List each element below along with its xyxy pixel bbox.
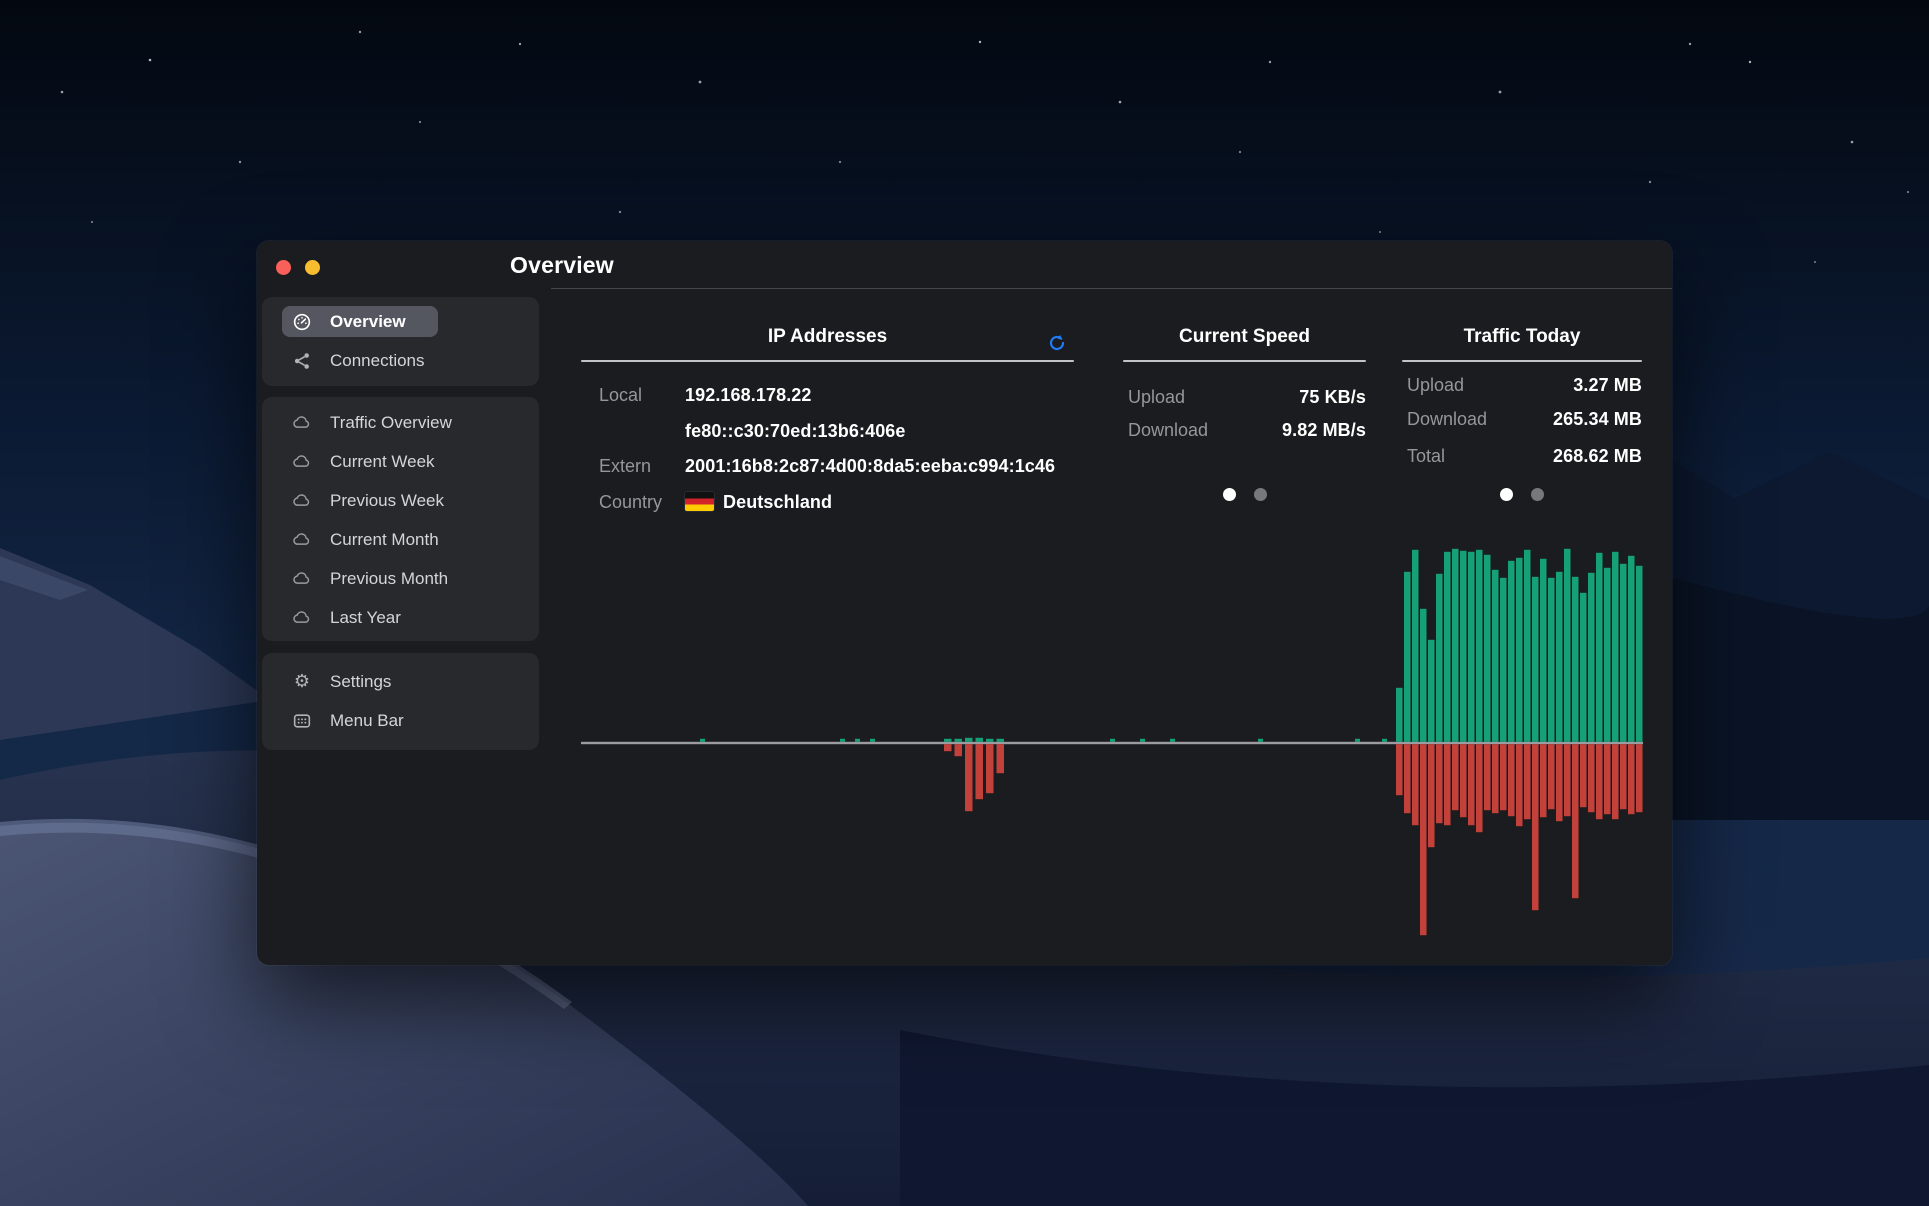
total-value: 268.62 MB	[1553, 446, 1642, 467]
speed-upload-row: Upload 75 KB/s	[1123, 384, 1366, 410]
download-total-value: 265.34 MB	[1553, 409, 1642, 430]
traffic-total-row: Total 268.62 MB	[1402, 443, 1642, 469]
close-button[interactable]	[276, 260, 291, 275]
ip-addresses-section: IP Addresses Local 192.168.178.22 fe80::…	[581, 241, 1074, 531]
gauge-icon	[292, 312, 312, 332]
cloud-icon	[292, 491, 312, 511]
upload-label: Upload	[1407, 375, 1464, 396]
gear-icon: ⚙	[292, 672, 312, 692]
total-label: Total	[1407, 446, 1445, 467]
upload-speed-value: 75 KB/s	[1299, 387, 1366, 408]
traffic-chart	[581, 541, 1643, 945]
page-dot[interactable]	[1531, 488, 1544, 501]
refresh-icon[interactable]	[1047, 333, 1067, 353]
sidebar-item-label: Settings	[330, 672, 391, 692]
sidebar-item-traffic-overview[interactable]: Traffic Overview	[282, 407, 539, 438]
sidebar-group-main: Overview Connections	[262, 297, 539, 386]
app-window: Overview Overview Connections	[257, 241, 1672, 965]
ip-local-v6-row: fe80::c30:70ed:13b6:406e	[581, 418, 1074, 444]
sidebar-group-settings: ⚙ Settings Menu Bar	[262, 653, 539, 750]
cloud-icon	[292, 452, 312, 472]
sidebar-item-current-week[interactable]: Current Week	[282, 446, 539, 477]
country-value: Deutschland	[723, 492, 832, 513]
section-underline	[581, 360, 1074, 362]
current-speed-section: Current Speed Upload 75 KB/s Download 9.…	[1123, 241, 1366, 531]
cloud-icon	[292, 413, 312, 433]
germany-flag-icon	[685, 492, 714, 511]
sidebar-item-last-year[interactable]: Last Year	[282, 602, 539, 633]
section-underline	[1123, 360, 1366, 362]
traffic-page-dots	[1402, 488, 1642, 501]
ip-addresses-title: IP Addresses	[581, 326, 1074, 348]
sidebar-item-label: Previous Week	[330, 491, 444, 511]
upload-label: Upload	[1128, 387, 1185, 408]
sidebar-item-previous-month[interactable]: Previous Month	[282, 563, 539, 594]
speed-page-dots	[1123, 488, 1366, 501]
sidebar-item-label: Current Week	[330, 452, 435, 472]
upload-total-value: 3.27 MB	[1573, 375, 1642, 396]
sidebar-item-current-month[interactable]: Current Month	[282, 524, 539, 555]
extern-ip-value: 2001:16b8:2c87:4d00:8da5:eeba:c994:1c46	[685, 456, 1055, 477]
sidebar-group-history: Traffic Overview Current Week Previous W…	[262, 397, 539, 641]
ip-extern-row: Extern 2001:16b8:2c87:4d00:8da5:eeba:c99…	[581, 453, 1074, 479]
cloud-icon	[292, 608, 312, 628]
sidebar-item-label: Current Month	[330, 530, 439, 550]
sidebar-item-overview[interactable]: Overview	[282, 306, 539, 337]
sidebar-item-settings[interactable]: ⚙ Settings	[282, 666, 539, 697]
share-icon	[292, 351, 312, 371]
extern-label: Extern	[599, 456, 651, 477]
sidebar-item-label: Last Year	[330, 608, 401, 628]
sidebar-item-label: Traffic Overview	[330, 413, 452, 433]
page-dot-active[interactable]	[1500, 488, 1513, 501]
speed-download-row: Download 9.82 MB/s	[1123, 417, 1366, 443]
local-label: Local	[599, 385, 642, 406]
current-speed-title: Current Speed	[1123, 326, 1366, 348]
cloud-icon	[292, 530, 312, 550]
sidebar-item-label: Previous Month	[330, 569, 448, 589]
traffic-download-row: Download 265.34 MB	[1402, 406, 1642, 432]
local-ipv4-value: 192.168.178.22	[685, 385, 812, 406]
local-ipv6-value: fe80::c30:70ed:13b6:406e	[685, 421, 906, 442]
ip-local-row: Local 192.168.178.22	[581, 382, 1074, 408]
traffic-today-section: Traffic Today Upload 3.27 MB Download 26…	[1402, 241, 1642, 531]
download-label: Download	[1407, 409, 1487, 430]
cloud-icon	[292, 569, 312, 589]
page-dot-active[interactable]	[1223, 488, 1236, 501]
menubar-icon	[292, 711, 312, 731]
ip-country-row: Country Deutschland	[581, 489, 1074, 515]
download-label: Download	[1128, 420, 1208, 441]
download-speed-value: 9.82 MB/s	[1282, 420, 1366, 441]
page-dot[interactable]	[1254, 488, 1267, 501]
traffic-upload-row: Upload 3.27 MB	[1402, 372, 1642, 398]
traffic-chart-svg	[581, 541, 1643, 945]
sidebar-item-label: Menu Bar	[330, 711, 404, 731]
traffic-today-title: Traffic Today	[1402, 326, 1642, 348]
sidebar-item-label: Connections	[330, 351, 425, 371]
desktop: Overview Overview Connections	[0, 0, 1929, 1206]
country-label: Country	[599, 492, 662, 513]
sidebar-item-previous-week[interactable]: Previous Week	[282, 485, 539, 516]
sidebar-item-label: Overview	[330, 312, 406, 332]
sidebar-item-connections[interactable]: Connections	[282, 345, 539, 376]
sidebar-item-menu-bar[interactable]: Menu Bar	[282, 705, 539, 736]
minimize-button[interactable]	[305, 260, 320, 275]
section-underline	[1402, 360, 1642, 362]
